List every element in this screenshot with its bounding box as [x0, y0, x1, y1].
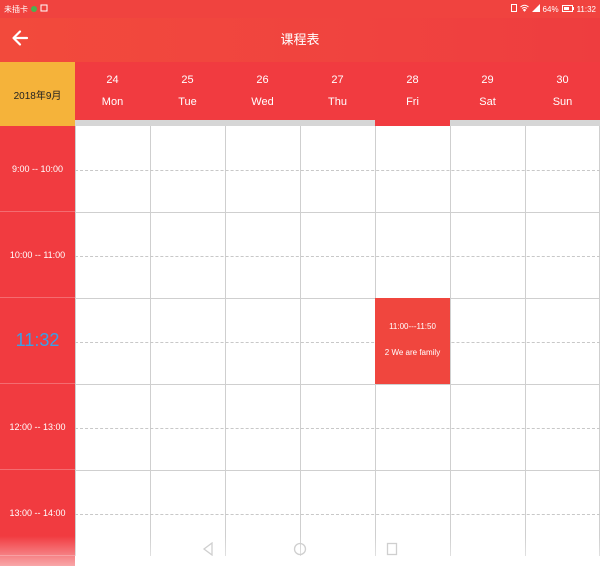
time-slot-label: 10:00 -- 11:00	[0, 212, 75, 298]
day-header-sun[interactable]: 30 Sun	[525, 62, 600, 126]
day-number: 27	[331, 74, 344, 86]
day-name: Mon	[101, 96, 124, 108]
day-header-wed[interactable]: 26 Wed	[225, 62, 300, 126]
day-number: 26	[256, 74, 269, 86]
nav-recents-button[interactable]	[382, 541, 402, 561]
circle-home-icon	[293, 542, 307, 561]
nav-home-button[interactable]	[290, 541, 310, 561]
day-number: 24	[106, 74, 119, 86]
day-header-sat[interactable]: 29 Sat	[450, 62, 525, 126]
day-name: Tue	[178, 96, 197, 108]
grid-cells[interactable]: 11:00---11:50 2 We are family	[75, 126, 600, 556]
grid-vline	[75, 126, 76, 556]
time-slot-label: 12:00 -- 13:00	[0, 384, 75, 470]
grid-dashline	[75, 342, 600, 343]
day-header-fri[interactable]: 28 Fri	[375, 62, 450, 126]
day-header-tue[interactable]: 25 Tue	[150, 62, 225, 126]
day-header-mon[interactable]: 24 Mon	[75, 62, 150, 126]
notification-dot-icon	[31, 6, 37, 12]
grid-vline	[525, 126, 526, 556]
signal-icon	[531, 4, 540, 14]
day-number: 29	[481, 74, 494, 86]
carrier-text: 未插卡	[4, 4, 28, 14]
system-nav-bar	[0, 536, 600, 566]
day-name: Thu	[328, 96, 347, 108]
day-number: 25	[181, 74, 194, 86]
nav-back-button[interactable]	[198, 541, 218, 561]
arrow-left-icon	[11, 29, 29, 52]
wifi-icon	[519, 4, 529, 14]
time-column: 9:00 -- 10:00 10:00 -- 11:00 11:32 12:00…	[0, 126, 75, 556]
grid-dashline	[75, 428, 600, 429]
grid-vline	[225, 126, 226, 556]
course-block[interactable]: 11:00---11:50 2 We are family	[375, 298, 450, 384]
status-left: 未插卡	[4, 4, 48, 15]
status-right: 64% 11:32	[510, 4, 596, 14]
square-recents-icon	[386, 542, 398, 561]
course-time: 11:00---11:50	[389, 322, 436, 331]
grid-hline	[75, 470, 600, 471]
time-slot-label: 9:00 -- 10:00	[0, 126, 75, 212]
page-title: 课程表	[280, 32, 320, 47]
grid-hline	[75, 212, 600, 213]
status-bar: 未插卡 64% 11:32	[0, 0, 600, 18]
day-name: Sat	[479, 96, 496, 108]
day-number: 28	[406, 74, 419, 86]
current-time-label: 11:32	[0, 298, 75, 384]
back-button[interactable]	[0, 18, 40, 62]
grid-dashline	[75, 256, 600, 257]
day-name: Fri	[406, 96, 419, 108]
app-bar: 课程表	[0, 18, 600, 62]
grid-vline	[450, 126, 451, 556]
grid-vline	[300, 126, 301, 556]
battery-icon	[561, 4, 574, 14]
week-header: 2018年9月 24 Mon 25 Tue 26 Wed 27 Thu 28 F…	[0, 62, 600, 126]
day-name: Sun	[552, 96, 573, 108]
day-number: 30	[556, 74, 569, 86]
grid-hline	[75, 384, 600, 385]
clock-text: 11:32	[576, 4, 596, 14]
battery-text: 64%	[542, 4, 559, 14]
timetable-grid[interactable]: 9:00 -- 10:00 10:00 -- 11:00 11:32 12:00…	[0, 126, 600, 556]
sim-icon	[510, 4, 517, 14]
grid-dashline	[75, 170, 600, 171]
day-name: Wed	[251, 96, 274, 108]
course-name: 2 We are family	[384, 348, 441, 357]
month-label[interactable]: 2018年9月	[0, 62, 75, 126]
notification-icon	[40, 4, 48, 14]
day-header-thu[interactable]: 27 Thu	[300, 62, 375, 126]
grid-dashline	[75, 514, 600, 515]
grid-vline	[150, 126, 151, 556]
triangle-back-icon	[202, 541, 214, 561]
grid-hline	[75, 298, 600, 299]
